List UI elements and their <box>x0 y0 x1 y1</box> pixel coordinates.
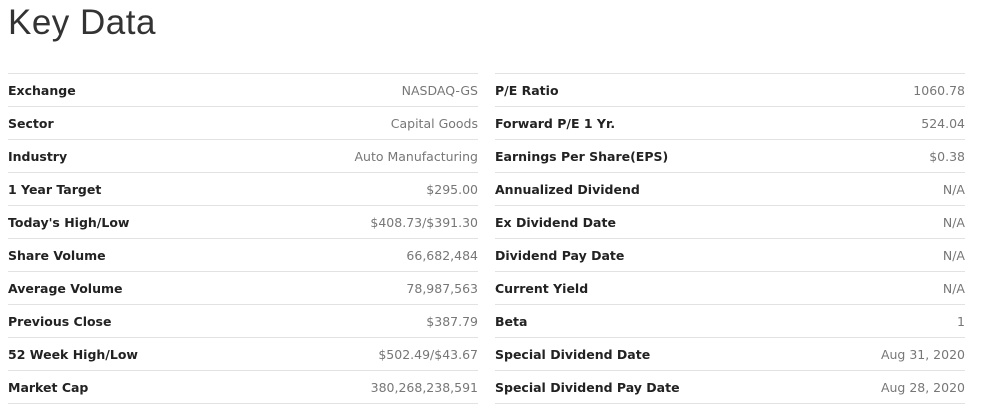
row-value: 1 <box>957 313 965 329</box>
key-data-row-market-cap: Market Cap 380,268,238,591 <box>8 371 478 404</box>
key-data-row-52-week-high-low: 52 Week High/Low $502.49/$43.67 <box>8 338 478 371</box>
key-data-row-share-volume: Share Volume 66,682,484 <box>8 239 478 272</box>
key-data-row-ex-dividend-date: Ex Dividend Date N/A <box>495 206 965 239</box>
row-label: P/E Ratio <box>495 82 559 98</box>
key-data-row-forward-pe: Forward P/E 1 Yr. 524.04 <box>495 107 965 140</box>
key-data-row-pe-ratio: P/E Ratio 1060.78 <box>495 74 965 107</box>
row-label: Today's High/Low <box>8 214 130 230</box>
key-data-table-left: Exchange NASDAQ-GS Sector Capital Goods … <box>8 73 478 404</box>
row-label: Forward P/E 1 Yr. <box>495 115 616 131</box>
row-value: N/A <box>942 181 965 197</box>
row-label: Share Volume <box>8 247 106 263</box>
key-data-row-beta: Beta 1 <box>495 305 965 338</box>
key-data-row-average-volume: Average Volume 78,987,563 <box>8 272 478 305</box>
row-label: Dividend Pay Date <box>495 247 625 263</box>
row-label: 1 Year Target <box>8 181 102 197</box>
row-value: Auto Manufacturing <box>354 148 478 164</box>
row-value: 1060.78 <box>913 82 965 98</box>
row-value: 66,682,484 <box>406 247 478 263</box>
key-data-row-special-dividend-pay-date: Special Dividend Pay Date Aug 28, 2020 <box>495 371 965 404</box>
row-label: Exchange <box>8 82 76 98</box>
row-label: Beta <box>495 313 528 329</box>
row-value: $295.00 <box>426 181 478 197</box>
key-data-row-eps: Earnings Per Share(EPS) $0.38 <box>495 140 965 173</box>
row-value: Aug 28, 2020 <box>880 379 965 395</box>
key-data-row-industry: Industry Auto Manufacturing <box>8 140 478 173</box>
row-label: Ex Dividend Date <box>495 214 616 230</box>
row-label: Average Volume <box>8 280 123 296</box>
row-value: 78,987,563 <box>406 280 478 296</box>
key-data-table-right: P/E Ratio 1060.78 Forward P/E 1 Yr. 524.… <box>495 73 965 404</box>
row-value: 524.04 <box>921 115 965 131</box>
key-data-row-dividend-pay-date: Dividend Pay Date N/A <box>495 239 965 272</box>
row-value: 380,268,238,591 <box>370 379 478 395</box>
key-data-row-special-dividend-date: Special Dividend Date Aug 31, 2020 <box>495 338 965 371</box>
key-data-row-sector: Sector Capital Goods <box>8 107 478 140</box>
row-label: Current Yield <box>495 280 589 296</box>
row-label: Market Cap <box>8 379 89 395</box>
row-value: NASDAQ-GS <box>401 82 478 98</box>
row-value: $408.73/$391.30 <box>370 214 478 230</box>
row-value: N/A <box>942 214 965 230</box>
row-value: $502.49/$43.67 <box>378 346 478 362</box>
row-value: N/A <box>942 247 965 263</box>
row-value: Aug 31, 2020 <box>880 346 965 362</box>
key-data-row-todays-high-low: Today's High/Low $408.73/$391.30 <box>8 206 478 239</box>
row-value: $387.79 <box>426 313 478 329</box>
row-value: N/A <box>942 280 965 296</box>
key-data-row-previous-close: Previous Close $387.79 <box>8 305 478 338</box>
row-value: Capital Goods <box>390 115 478 131</box>
row-label: Annualized Dividend <box>495 181 640 197</box>
row-label: Earnings Per Share(EPS) <box>495 148 669 164</box>
key-data-row-1-year-target: 1 Year Target $295.00 <box>8 173 478 206</box>
key-data-row-current-yield: Current Yield N/A <box>495 272 965 305</box>
row-label: Previous Close <box>8 313 112 329</box>
row-label: Industry <box>8 148 68 164</box>
row-label: Special Dividend Pay Date <box>495 379 680 395</box>
row-label: 52 Week High/Low <box>8 346 138 362</box>
row-value: $0.38 <box>929 148 965 164</box>
row-label: Sector <box>8 115 54 131</box>
row-label: Special Dividend Date <box>495 346 651 362</box>
page-title: Key Data <box>8 3 156 42</box>
key-data-row-annualized-dividend: Annualized Dividend N/A <box>495 173 965 206</box>
key-data-row-exchange: Exchange NASDAQ-GS <box>8 74 478 107</box>
